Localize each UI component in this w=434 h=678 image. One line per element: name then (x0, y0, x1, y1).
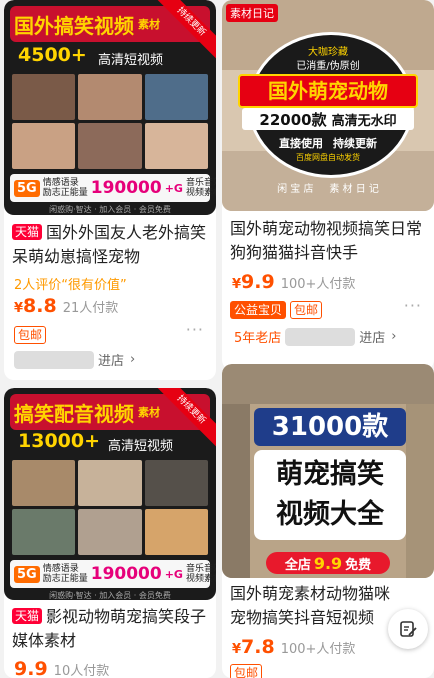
product-card-3[interactable]: 搞笑配音视频 素材 持续更新 13000+ 高清短视频 5G 情感语录 励志正能… (4, 388, 216, 678)
price-row: 9.9 10人付款 (14, 658, 109, 678)
chevron-right-icon: › (391, 329, 397, 344)
poster-strip-left: 情感语录 励志正能量 (42, 564, 88, 584)
shop-row[interactable]: 5年老店 进店 › (234, 327, 397, 346)
poster-hd: 高清短视频 (108, 439, 174, 454)
free-shipping-badge: 包邮 (230, 664, 263, 678)
poster-footer: 闲 宝 店 素 材 日 记 (277, 184, 379, 195)
poster-count: 4500+ (18, 44, 87, 66)
free-shipping-badge: 包邮 (14, 326, 47, 344)
shop-name-blurred (14, 350, 94, 369)
product-title[interactable]: 国外萌宠动物视频搞笑日常狗狗猫猫抖音快手 (230, 217, 428, 265)
product-title[interactable]: 天猫 影视动物萌宠搞笑段子媒体素材 (12, 605, 210, 653)
poster-hd: 高清无水印 (331, 113, 397, 129)
poster-photo-grid (12, 74, 208, 169)
poster-update: 持续更新 (333, 137, 377, 150)
poster-count: 13000+ (18, 430, 101, 452)
poster-hd: 高清短视频 (98, 53, 164, 68)
badge-row: 包邮 (14, 324, 47, 344)
currency-symbol: ¥ (14, 301, 24, 316)
poster-5g: 5G (14, 179, 40, 197)
poster-promo-bar: 全店 9.9 免费 (266, 552, 390, 574)
product-card-2[interactable]: 素材日记 大咖珍藏 已消重/伪原创 国外萌宠动物 22000款 高清无水印 直接… (222, 0, 434, 370)
poster-line-1: 萌宠搞笑 (276, 459, 384, 490)
product-thumbnail[interactable]: 搞笑配音视频 素材 持续更新 13000+ 高清短视频 5G 情感语录 励志正能… (4, 388, 216, 600)
poster-strip-plus: +G (164, 181, 183, 195)
poster-strip-count: 190000 (90, 178, 162, 198)
free-shipping-badge: 包邮 (290, 301, 323, 319)
poster-strip: 5G 情感语录 励志正能量 190000 +G 音乐音效 视频素材 (10, 560, 216, 588)
currency-symbol: ¥ (232, 277, 242, 292)
shop-name-blurred (285, 327, 356, 346)
price: 9.9 (241, 271, 275, 293)
chevron-right-icon: › (130, 352, 136, 367)
poster-photo-top (222, 364, 434, 404)
poster-strip-right: 音乐音效 视频素材 (185, 178, 216, 198)
price: 9.9 (14, 658, 48, 678)
poster-title-suffix: 素材 (138, 406, 160, 419)
shop-row[interactable]: 进店 › (14, 350, 135, 369)
enter-shop-link[interactable]: 进店 (359, 327, 385, 346)
price-row: ¥ 9.9 100+人付款 (232, 271, 355, 293)
poster-strip-count: 190000 (90, 564, 162, 584)
poster-corner-tag: 素材日记 (226, 4, 278, 22)
poster-footer: 闲惑购·智达 · 加入会员 · 会员免费 (49, 205, 171, 214)
currency-symbol: ¥ (232, 642, 242, 657)
price: 8.8 (23, 295, 57, 317)
price-row: ¥ 8.8 21人付款 (14, 295, 118, 317)
charity-badge: 公益宝贝 (230, 301, 287, 319)
badge-row: 公益宝贝 包邮 (230, 299, 323, 319)
poster-sub-line: 已消重/伪原创 (296, 61, 360, 72)
product-card-1[interactable]: 国外搞笑视频 素材 持续更新 4500+ 高清短视频 5G 情感语录 励志正能量… (4, 0, 216, 380)
poster-title-suffix: 素材 (138, 18, 160, 31)
poster-promo-price: 9.9 (313, 553, 343, 573)
poster-title: 国外萌宠动物 (238, 74, 418, 108)
product-thumbnail[interactable]: 31000款 萌宠搞笑 视频大全 全店 9.9 免费 (222, 364, 434, 578)
poster-line-2: 视频大全 (276, 499, 384, 530)
poster-strip-left: 情感语录 励志正能量 (42, 178, 88, 198)
poster-note: 百度网盘自动发货 (296, 153, 360, 162)
price: 7.8 (241, 636, 275, 658)
poster-features: 直接使用 持续更新 (222, 135, 434, 151)
product-title[interactable]: 国外萌宠素材动物猫咪宠物搞笑抖音短视频 (230, 582, 394, 630)
shop-age-badge: 5年老店 (234, 331, 282, 346)
poster-promo: 全店 (284, 557, 311, 573)
poster-top-line: 大咖珍藏 (308, 47, 348, 58)
more-options-icon[interactable]: ··· (186, 320, 204, 339)
more-options-icon[interactable]: ··· (404, 296, 422, 315)
poster-photo-right (406, 404, 434, 578)
poster-5g: 5G (14, 565, 40, 583)
poster-title: 搞笑配音视频 (14, 401, 134, 426)
poster-use: 直接使用 (279, 137, 323, 150)
enter-shop-link[interactable]: 进店 (98, 350, 124, 369)
price-row: ¥ 7.8 100+人付款 (232, 636, 355, 658)
product-thumbnail[interactable]: 国外搞笑视频 素材 持续更新 4500+ 高清短视频 5G 情感语录 励志正能量… (4, 0, 216, 215)
paid-count: 10人付款 (53, 664, 110, 678)
poster-count: 22000款 (259, 110, 327, 129)
product-title[interactable]: 天猫 国外外国友人老外搞笑呆萌幼崽搞怪宠物 (12, 221, 210, 269)
review-summary: 2人评价“很有价值” (14, 278, 127, 293)
tmall-badge: 天猫 (12, 224, 43, 240)
poster-strip-plus: +G (164, 567, 183, 581)
poster-strip-right: 音乐音效 视频素材 (185, 564, 216, 584)
poster-footer: 闲惑购·智达 · 加入会员 · 会员免费 (49, 591, 171, 600)
poster-count: 31000款 (254, 408, 406, 446)
product-thumbnail[interactable]: 素材日记 大咖珍藏 已消重/伪原创 国外萌宠动物 22000款 高清无水印 直接… (222, 0, 434, 211)
poster-strip: 5G 情感语录 励志正能量 190000 +G 音乐音效 视频素材 (10, 174, 216, 202)
poster-count-bar: 22000款 高清无水印 (242, 108, 414, 130)
poster-photo-grid (12, 460, 208, 555)
tmall-badge: 天猫 (12, 608, 43, 624)
poster-photo-left (222, 404, 250, 578)
paid-count: 100+人付款 (280, 642, 356, 657)
paid-count: 100+人付款 (280, 277, 356, 292)
poster-promo-suffix: 免费 (345, 557, 372, 573)
poster-title: 国外搞笑视频 (14, 13, 134, 38)
paid-count: 21人付款 (62, 301, 119, 316)
badge-row: 包邮 (230, 662, 263, 678)
floating-edit-button[interactable] (388, 609, 428, 649)
edit-icon (400, 621, 417, 637)
